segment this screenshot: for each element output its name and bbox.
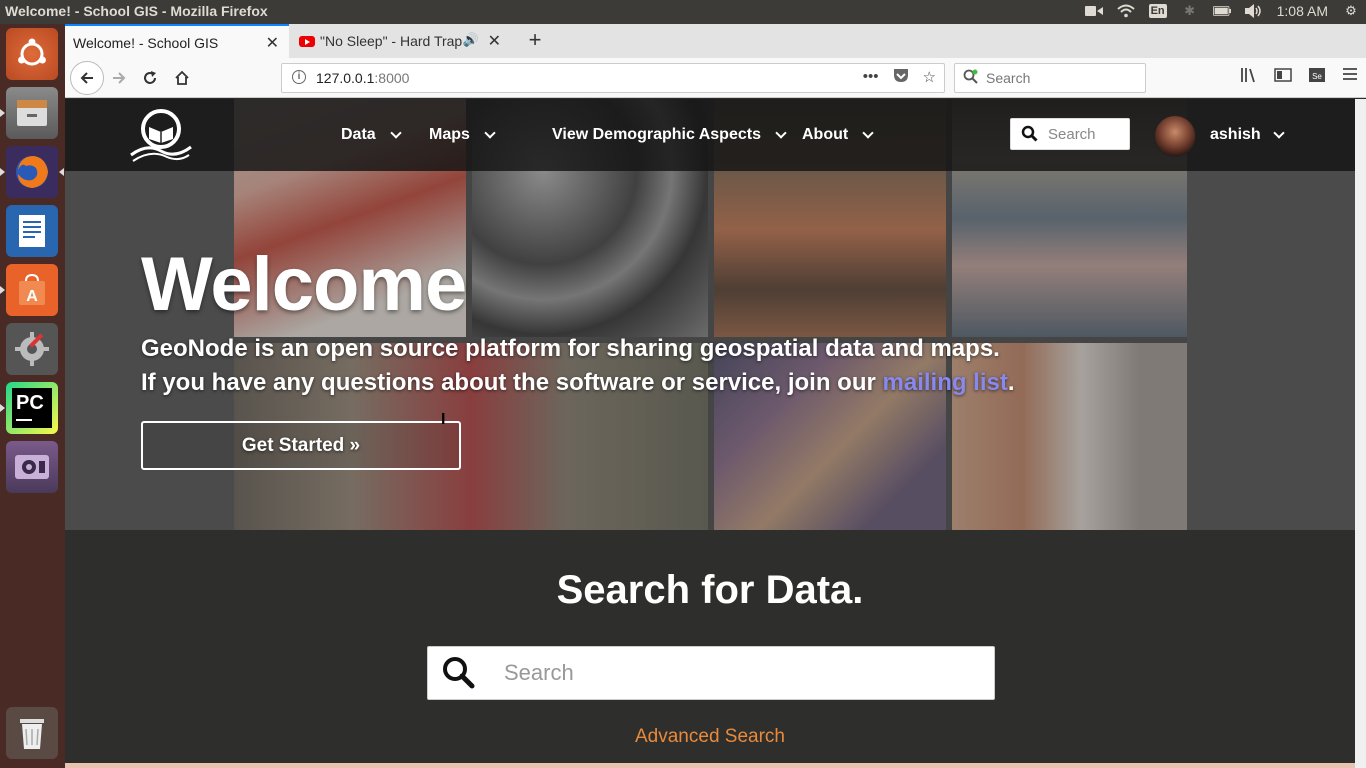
search-heading: Search for Data. [556, 568, 864, 612]
data-search-placeholder: Search [504, 660, 574, 685]
window-title: Welcome! - School GIS - Mozilla Firefox [5, 3, 268, 19]
battery-icon[interactable] [1212, 3, 1231, 19]
software-center-icon[interactable]: A [6, 264, 58, 316]
browser-toolbar: i 127.0.0.1:8000 ••• ☆ Search Se [65, 58, 1366, 98]
search-icon [1021, 125, 1038, 146]
nav-about-menu[interactable]: About [802, 126, 874, 144]
hero-description: GeoNode is an open source platform for s… [141, 335, 1000, 362]
mailing-list-link[interactable]: mailing list [883, 369, 1008, 396]
chevron-down-icon [484, 126, 496, 139]
system-settings-icon[interactable] [6, 323, 58, 375]
tab-youtube[interactable]: "No Sleep" - Hard Trap 🔊 ✕ [291, 24, 511, 58]
bluetooth-icon[interactable]: ✱ [1181, 3, 1199, 19]
close-tab-icon[interactable]: ✕ [488, 31, 501, 51]
search-icon [442, 656, 476, 690]
library-icon[interactable] [1240, 67, 1258, 88]
get-started-button[interactable]: Get Started » [141, 421, 461, 470]
chevron-down-icon [390, 126, 402, 139]
nav-label: Data [341, 126, 376, 143]
close-tab-icon[interactable]: ✕ [266, 33, 279, 53]
nav-label: About [802, 126, 849, 143]
back-button[interactable] [70, 61, 104, 95]
text-cursor-icon: I [441, 411, 446, 428]
pycharm-icon[interactable]: PC [6, 382, 58, 434]
nav-demographic-menu[interactable]: View Demographic Aspects [552, 126, 787, 144]
forward-button[interactable] [105, 64, 133, 92]
youtube-icon [299, 36, 315, 47]
nav-data-menu[interactable]: Data [341, 126, 402, 144]
search-engine-icon[interactable] [963, 69, 979, 89]
site-logo[interactable] [127, 107, 195, 163]
keyboard-layout-indicator[interactable]: En [1148, 4, 1167, 18]
nav-maps-menu[interactable]: Maps [429, 126, 496, 144]
firefox-icon[interactable] [6, 146, 58, 198]
chevron-down-icon [775, 126, 787, 139]
bookmark-star-icon[interactable]: ☆ [923, 68, 936, 87]
chevron-down-icon [862, 126, 874, 139]
browser-search-placeholder: Search [986, 70, 1031, 86]
username: ashish [1210, 126, 1261, 143]
tab-welcome[interactable]: Welcome! - School GIS ✕ [65, 24, 289, 58]
camera-icon[interactable] [1084, 3, 1103, 19]
hamburger-menu-icon[interactable] [1342, 67, 1358, 88]
data-search-input[interactable]: Search [427, 646, 995, 700]
header-search-input[interactable]: Search [1010, 118, 1130, 150]
volume-icon[interactable] [1244, 3, 1263, 19]
url-port: :8000 [374, 70, 410, 86]
site-navbar: Data Maps View Demographic Aspects About… [65, 99, 1355, 171]
app-launcher: A PC [0, 24, 65, 768]
audio-playing-icon[interactable]: 🔊 [463, 32, 479, 48]
page-title: Welcome [141, 242, 467, 327]
settings-gear-icon[interactable]: ⚙ [1342, 3, 1360, 19]
os-top-panel: Welcome! - School GIS - Mozilla Firefox … [0, 0, 1366, 24]
system-tray: En ✱ 1:08 AM ⚙ [1084, 3, 1360, 19]
clock[interactable]: 1:08 AM [1277, 3, 1328, 19]
reload-button[interactable] [136, 64, 164, 92]
new-tab-button[interactable]: + [520, 27, 550, 53]
search-section: Search for Data. Search Advanced Search [65, 530, 1355, 768]
nav-label: Maps [429, 126, 470, 143]
header-search-placeholder: Search [1048, 126, 1096, 143]
user-menu[interactable]: ashish [1210, 126, 1285, 144]
tab-label: Welcome! - School GIS [73, 35, 219, 51]
writer-icon[interactable] [6, 205, 58, 257]
hero-contact-line: If you have any questions about the soft… [141, 369, 1015, 397]
pocket-icon[interactable] [893, 68, 909, 87]
svg-text:Se: Se [1312, 72, 1322, 81]
browser-search-box[interactable]: Search [954, 63, 1146, 93]
contact-text: If you have any questions about the soft… [141, 369, 883, 396]
advanced-search-link[interactable]: Advanced Search [65, 726, 1355, 748]
nav-label: View Demographic Aspects [552, 126, 761, 143]
browser-tab-bar: Welcome! - School GIS ✕ "No Sleep" - Har… [65, 24, 1366, 58]
home-button[interactable] [168, 64, 196, 92]
svg-text:A: A [26, 288, 38, 305]
sidebar-icon[interactable] [1274, 67, 1292, 88]
selenium-extension-icon[interactable]: Se [1308, 67, 1326, 88]
hero-section: Data Maps View Demographic Aspects About… [65, 99, 1355, 530]
files-icon[interactable] [6, 87, 58, 139]
trash-icon[interactable] [6, 707, 58, 759]
screen-recorder-icon[interactable] [6, 441, 58, 493]
contact-period: . [1007, 369, 1015, 396]
page-actions-icon[interactable]: ••• [863, 68, 879, 87]
avatar[interactable] [1154, 115, 1196, 157]
site-info-icon[interactable]: i [292, 70, 306, 84]
tab-label: "No Sleep" - Hard Trap [320, 33, 463, 49]
chevron-down-icon [1273, 126, 1285, 139]
section-divider [65, 763, 1355, 768]
ubuntu-dash-icon[interactable] [6, 28, 58, 80]
url-bar[interactable]: i 127.0.0.1:8000 ••• ☆ [281, 63, 945, 93]
web-page: Data Maps View Demographic Aspects About… [65, 99, 1355, 768]
page-scrollbar[interactable] [1355, 99, 1366, 768]
wifi-icon[interactable] [1116, 3, 1135, 19]
url-host: 127.0.0.1 [316, 70, 375, 86]
